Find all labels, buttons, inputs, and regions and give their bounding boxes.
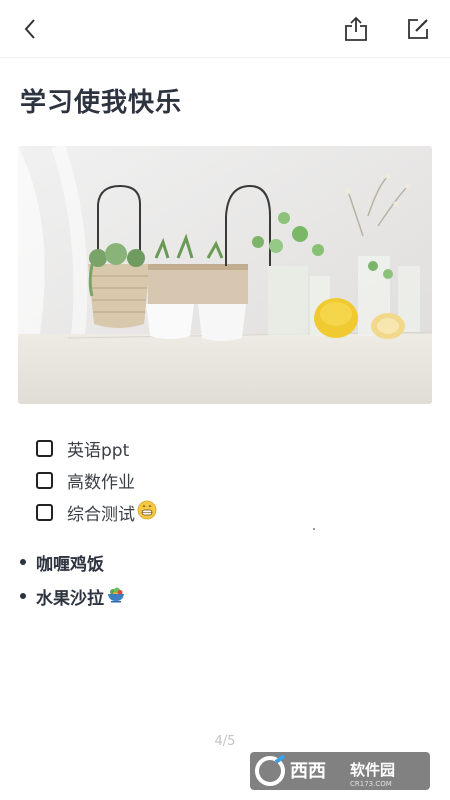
bullet-item-label: 水果沙拉	[36, 588, 104, 609]
dot-mark	[313, 528, 315, 530]
bullet-item: 水果沙拉	[20, 579, 126, 613]
svg-text:CR173.COM: CR173.COM	[350, 780, 392, 788]
bullet-item: 咖喱鸡饭	[20, 545, 126, 579]
checkbox[interactable]	[36, 503, 53, 521]
salad-bowl-icon	[106, 584, 126, 609]
bullet-dot	[20, 559, 26, 565]
chevron-left-icon	[24, 19, 35, 39]
plants-on-table-photo	[18, 146, 432, 404]
bullet-dot	[20, 593, 26, 599]
checklist-item[interactable]: 综合测试	[36, 496, 157, 528]
page-indicator: 4/5	[214, 734, 236, 749]
checkbox[interactable]	[36, 439, 53, 457]
toolbar	[0, 0, 450, 58]
checklist-item-label: 高数作业	[67, 472, 135, 493]
grinning-face-icon	[137, 500, 157, 525]
svg-text:软件园: 软件园	[350, 761, 395, 779]
checklist: 英语ppt 高数作业 综合测试	[36, 432, 157, 528]
back-button[interactable]	[14, 12, 48, 46]
edit-icon	[408, 19, 428, 39]
share-icon	[345, 16, 367, 41]
edit-button[interactable]	[401, 12, 435, 46]
svg-text:西西: 西西	[290, 761, 326, 782]
checklist-item[interactable]: 英语ppt	[36, 432, 157, 464]
note-title: 学习使我快乐	[20, 88, 183, 118]
checklist-item-label: 英语ppt	[67, 440, 130, 461]
checklist-item[interactable]: 高数作业	[36, 464, 157, 496]
bullet-item-label: 咖喱鸡饭	[36, 554, 104, 575]
note-image[interactable]	[18, 146, 432, 404]
checkbox[interactable]	[36, 471, 53, 489]
checklist-item-label: 综合测试	[67, 504, 135, 525]
watermark-logo: 西西 软件园 CR173.COM	[250, 752, 430, 790]
bullet-list: 咖喱鸡饭 水果沙拉	[20, 545, 126, 613]
share-button[interactable]	[339, 12, 373, 46]
